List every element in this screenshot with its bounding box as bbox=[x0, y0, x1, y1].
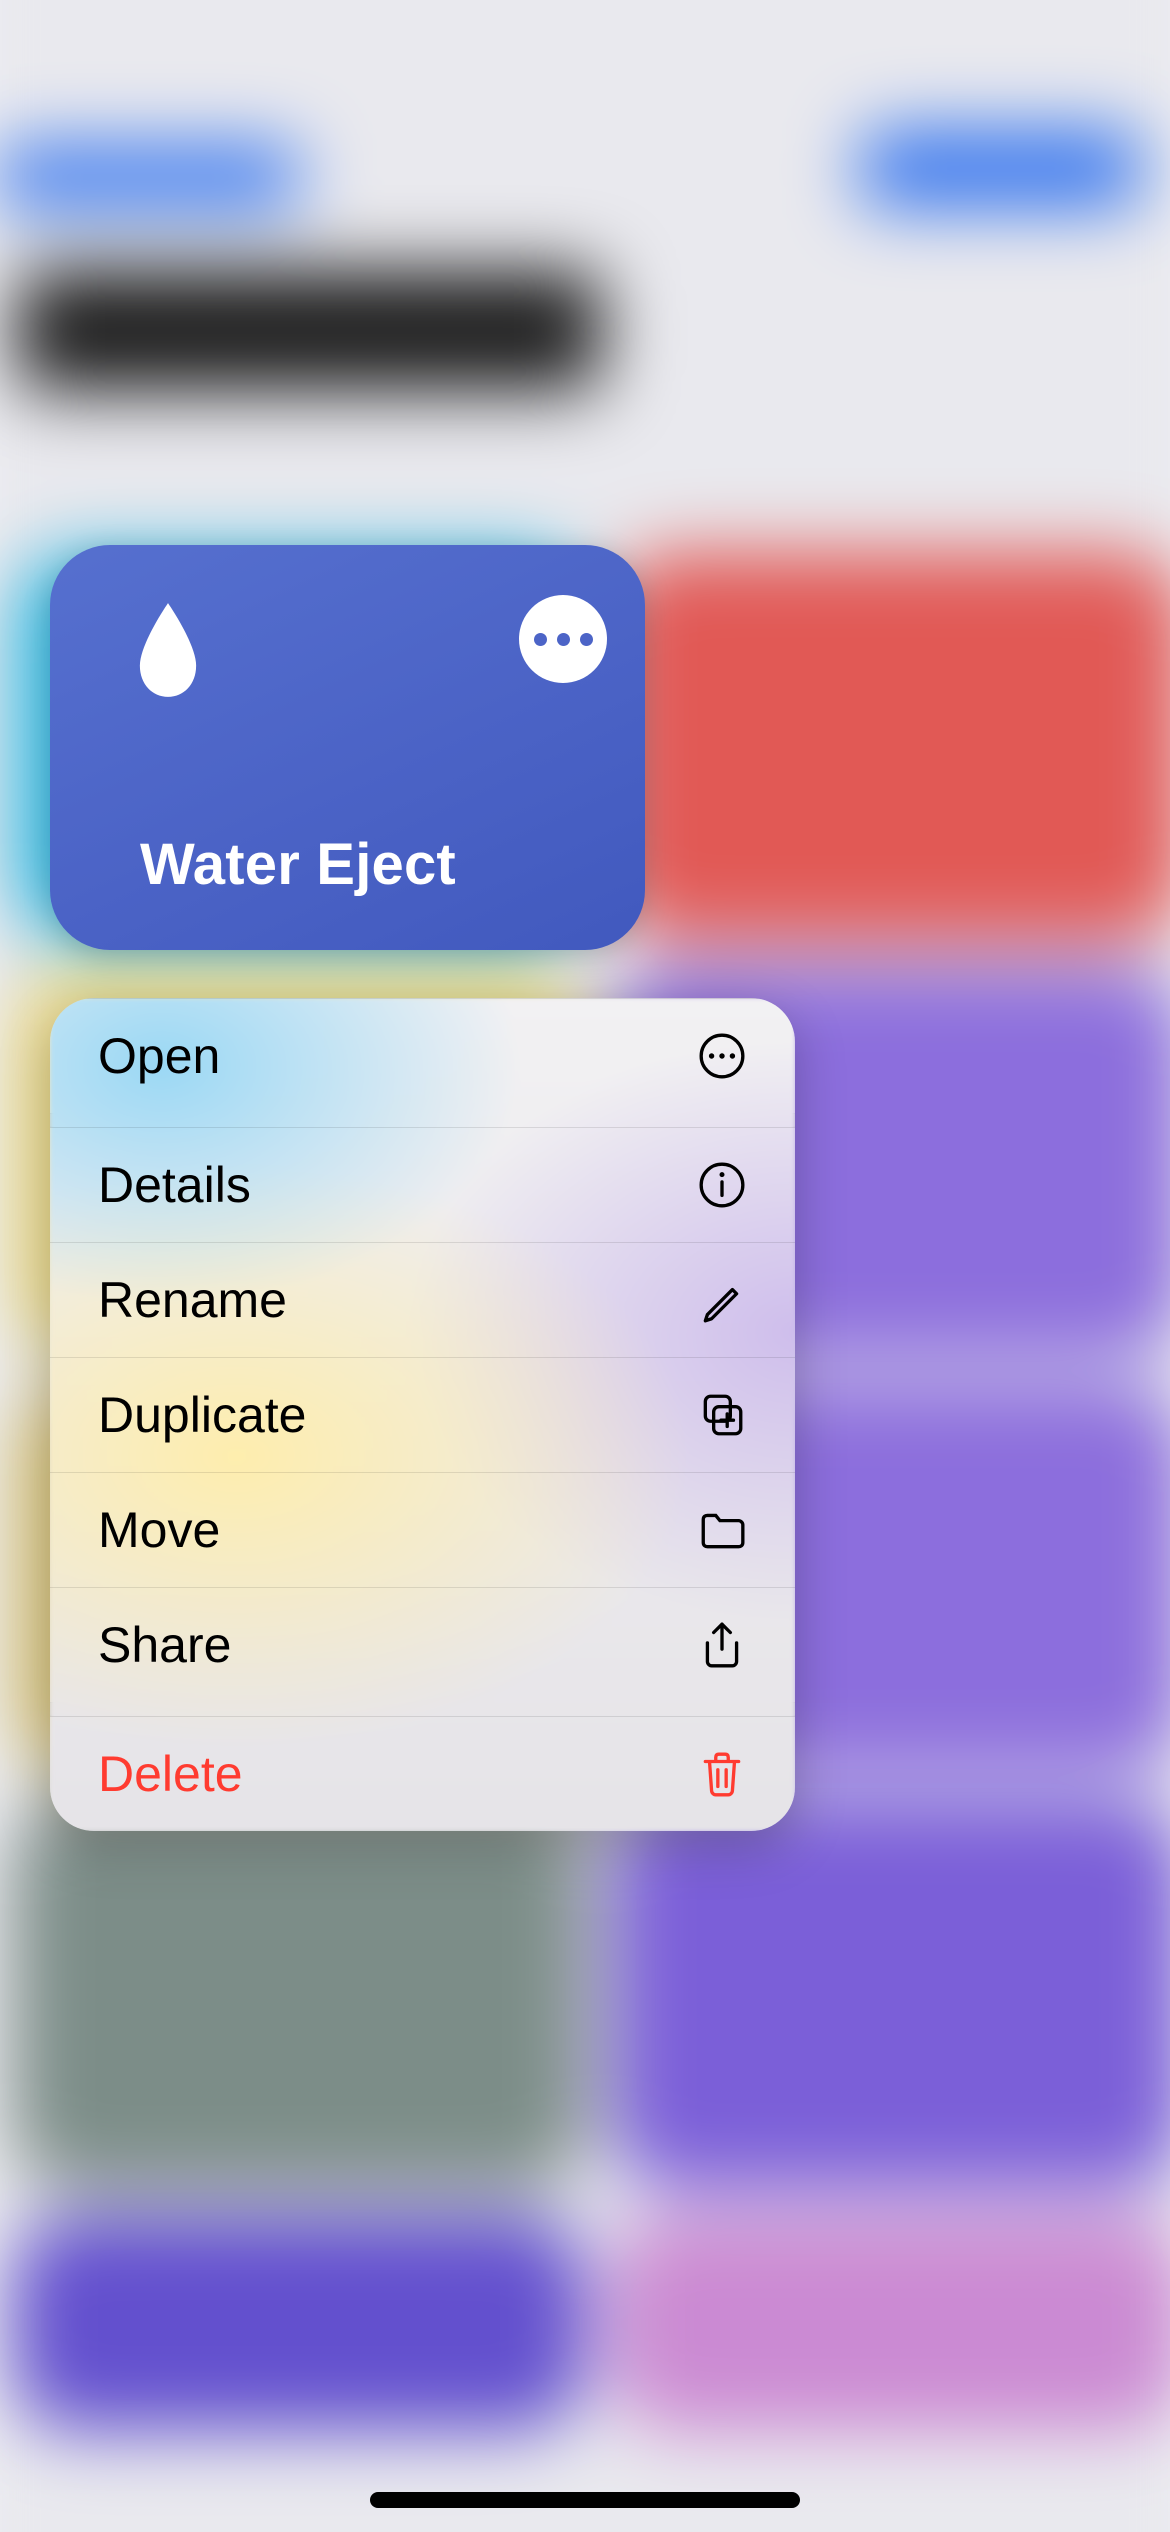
menu-item-label: Share bbox=[98, 1616, 231, 1674]
menu-item-label: Rename bbox=[98, 1271, 287, 1329]
bg-tile bbox=[612, 552, 1170, 941]
trash-icon bbox=[697, 1749, 747, 1799]
menu-item-details[interactable]: Details bbox=[50, 1127, 795, 1242]
duplicate-icon bbox=[697, 1390, 747, 1440]
menu-item-move[interactable]: Move bbox=[50, 1472, 795, 1587]
bg-tile bbox=[612, 2215, 1170, 2431]
more-options-button[interactable] bbox=[519, 595, 607, 683]
menu-item-label: Open bbox=[98, 1027, 220, 1085]
bg-page-title bbox=[18, 271, 601, 390]
home-indicator[interactable] bbox=[370, 2492, 800, 2508]
menu-item-open[interactable]: Open bbox=[50, 998, 795, 1113]
shortcut-title: Water Eject bbox=[140, 831, 456, 898]
shortcut-card-water-eject[interactable]: Water Eject bbox=[50, 545, 645, 950]
pencil-icon bbox=[697, 1275, 747, 1325]
ellipsis-icon bbox=[534, 633, 547, 646]
menu-item-rename[interactable]: Rename bbox=[50, 1242, 795, 1357]
ellipsis-icon bbox=[580, 633, 593, 646]
bg-tile bbox=[612, 1800, 1170, 2189]
folder-icon bbox=[697, 1505, 747, 1555]
menu-item-label: Duplicate bbox=[98, 1386, 306, 1444]
droplet-icon bbox=[130, 600, 206, 700]
share-icon bbox=[697, 1620, 747, 1670]
menu-item-share[interactable]: Share bbox=[50, 1587, 795, 1702]
bg-nav-actions bbox=[860, 131, 1141, 207]
menu-item-label: Details bbox=[98, 1156, 251, 1214]
menu-item-label: Delete bbox=[98, 1745, 243, 1803]
ellipsis-icon bbox=[557, 633, 570, 646]
ellipsis-circle-icon bbox=[697, 1031, 747, 1081]
menu-item-delete[interactable]: Delete bbox=[50, 1716, 795, 1831]
menu-item-duplicate[interactable]: Duplicate bbox=[50, 1357, 795, 1472]
bg-tile bbox=[13, 1800, 585, 2189]
bg-tile bbox=[13, 2215, 585, 2431]
bg-nav-back bbox=[0, 147, 299, 206]
context-menu: Open Details Rename Duplicate Mov bbox=[50, 998, 795, 1831]
menu-item-label: Move bbox=[98, 1501, 220, 1559]
info-circle-icon bbox=[697, 1160, 747, 1210]
